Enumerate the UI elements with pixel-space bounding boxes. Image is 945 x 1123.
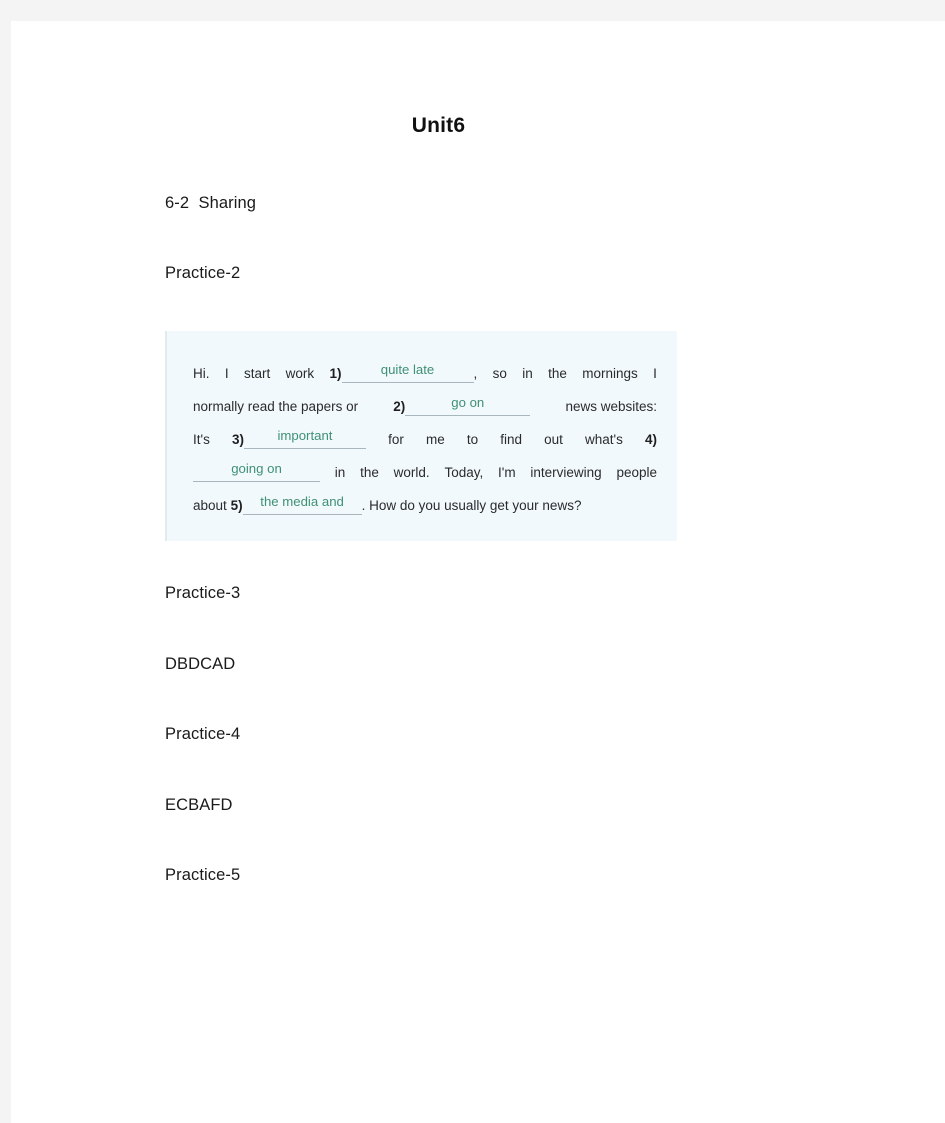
- blank-number: 4): [644, 432, 657, 447]
- word: I'm: [498, 465, 516, 480]
- document-viewport: Unit6 6-2 Sharing Practice-2 Hi. I start…: [0, 0, 945, 1123]
- word: mornings: [582, 366, 638, 381]
- quote-line-1: Hi. I start work 1) quite late, so in the…: [193, 357, 657, 390]
- blank-answer: important: [277, 428, 333, 443]
- word: Hi.: [193, 366, 210, 381]
- quote-box: Hi. I start work 1) quite late, so in the…: [165, 331, 677, 541]
- word: so: [492, 366, 507, 381]
- practice-4-heading: Practice-4: [165, 725, 241, 743]
- document-page: Unit6 6-2 Sharing Practice-2 Hi. I start…: [11, 21, 945, 1123]
- practice-2-heading: Practice-2: [165, 264, 241, 282]
- blank-1[interactable]: quite late: [341, 363, 474, 384]
- blank-group-3: 3) important: [232, 423, 366, 456]
- word: to: [466, 432, 479, 447]
- blank-group-4: going on: [193, 456, 320, 489]
- word: I: [224, 366, 229, 381]
- word: in: [522, 366, 533, 381]
- blank-number: 1): [329, 366, 342, 381]
- word: find: [500, 432, 522, 447]
- blank-group-1: 1) quite late,: [329, 357, 477, 390]
- blank-group-2: 2) go on: [393, 390, 531, 423]
- section-heading: 6-2 Sharing: [165, 194, 257, 212]
- word: the: [360, 465, 379, 480]
- blank-3[interactable]: important: [243, 429, 366, 450]
- word: world.: [393, 465, 430, 480]
- blank-answer: the media and: [260, 494, 344, 509]
- word: the: [548, 366, 567, 381]
- quote-line-4: going on in the world. Today, I'm interv…: [193, 456, 657, 489]
- blank-number: 5): [230, 498, 243, 513]
- word: what's: [584, 432, 623, 447]
- word: Today,: [444, 465, 484, 480]
- word: about: [193, 498, 227, 513]
- practice-4-answer: ECBAFD: [165, 796, 233, 814]
- blank-number: 3): [231, 432, 244, 447]
- blank-2[interactable]: go on: [405, 396, 531, 417]
- word: I: [653, 366, 657, 381]
- practice-5-heading: Practice-5: [165, 866, 241, 884]
- quote-line-3: It's 3) important for me to find out what…: [193, 423, 657, 456]
- phrase: . How do you usually get your news?: [361, 498, 582, 513]
- quote-line-5: about 5) the media and . How do you usuall…: [193, 489, 657, 522]
- practice-3-heading: Practice-3: [165, 584, 241, 602]
- word: me: [425, 432, 445, 447]
- word: people: [616, 465, 657, 480]
- blank-answer: quite late: [380, 362, 435, 377]
- word: work: [285, 366, 315, 381]
- quote-text: Hi. I start work 1) quite late, so in the…: [193, 357, 657, 522]
- page-title: Unit6: [411, 114, 466, 137]
- quote-line-2: normally read the papers or 2) go on news…: [193, 390, 657, 423]
- practice-3-answer: DBDCAD: [165, 655, 236, 673]
- word: It's: [193, 432, 210, 447]
- blank-5[interactable]: the media and: [242, 495, 362, 516]
- phrase: normally read the papers or: [193, 399, 359, 414]
- word: interviewing: [530, 465, 602, 480]
- word: in: [334, 465, 346, 480]
- blank-answer: go on: [451, 395, 485, 410]
- word: start: [243, 366, 271, 381]
- word: for: [388, 432, 404, 447]
- blank-answer: going on: [231, 461, 282, 476]
- blank-number: 2): [393, 399, 406, 414]
- punctuation: ,: [473, 366, 478, 381]
- phrase: news websites:: [565, 399, 657, 414]
- word: out: [544, 432, 563, 447]
- blank-4[interactable]: going on: [193, 462, 320, 483]
